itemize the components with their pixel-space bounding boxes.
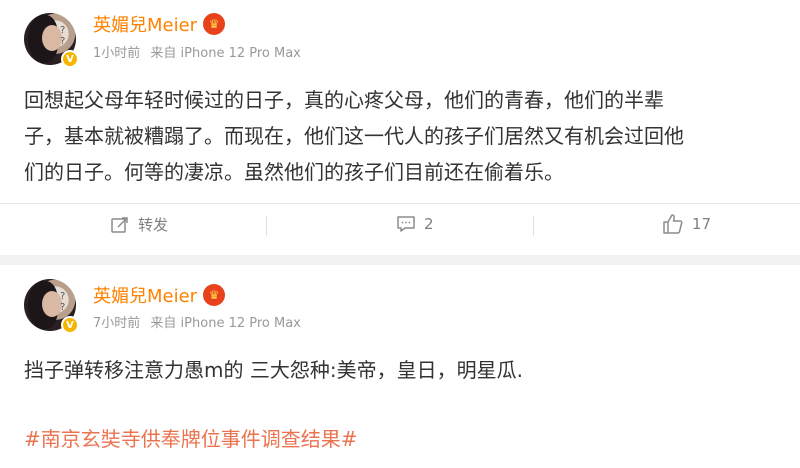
like-count: 17	[692, 215, 712, 233]
post-text-line: 挡子弹转移注意力愚m的 三大怨种:美帝，皇日，明星瓜.	[24, 358, 523, 382]
post-meta: 7小时前 来自 iPhone 12 Pro Max	[93, 312, 301, 331]
post-text: 挡子弹转移注意力愚m的 三大怨种:美帝，皇日，明星瓜.	[24, 352, 784, 388]
crown-icon: ♛	[203, 13, 226, 35]
comment-icon	[397, 216, 415, 232]
post-source: 来自 iPhone 12 Pro Max	[150, 46, 301, 61]
post-text-line: 回想起父母年轻时候过的日子，真的心疼父母，他们的青春，他们的半辈	[24, 88, 664, 112]
action-separator	[266, 216, 267, 236]
verified-v-icon: V	[61, 316, 79, 334]
username-text[interactable]: 英媚兒Meier	[93, 11, 197, 37]
post-text: 回想起父母年轻时候过的日子，真的心疼父母，他们的青春，他们的半辈 子，基本就被糟…	[24, 82, 784, 190]
post-card: ?? V 英媚兒Meier ♛ 7小时前 来自 iPhone 12 Pro Ma…	[0, 265, 800, 468]
avatar[interactable]: ?? V	[24, 13, 79, 68]
thumbs-up-icon	[663, 214, 683, 234]
verified-v-icon: V	[61, 50, 79, 68]
repost-label: 转发	[138, 216, 169, 234]
username-text[interactable]: 英媚兒Meier	[93, 282, 197, 308]
post-source: 来自 iPhone 12 Pro Max	[150, 316, 301, 331]
like-button[interactable]: 17	[662, 213, 711, 235]
username-link[interactable]: 英媚兒Meier ♛	[93, 282, 226, 308]
post-text-line: 子，基本就被糟蹋了。而现在，他们这一代人的孩子们居然又有机会过回他	[24, 124, 684, 148]
comment-button[interactable]: 2	[396, 214, 434, 234]
username-link[interactable]: 英媚兒Meier ♛	[93, 11, 226, 37]
crown-icon: ♛	[203, 284, 226, 306]
post-card: ?? V 英媚兒Meier ♛ 1小时前 来自 iPhone 12 Pro Ma…	[0, 0, 800, 255]
action-separator	[533, 216, 534, 236]
divider	[0, 203, 800, 204]
post-time[interactable]: 1小时前	[93, 46, 140, 61]
post-time[interactable]: 7小时前	[93, 316, 140, 331]
post-meta: 1小时前 来自 iPhone 12 Pro Max	[93, 42, 301, 61]
repost-icon	[111, 216, 128, 233]
repost-button[interactable]: 转发	[110, 214, 168, 235]
post-text-line: 们的日子。何等的凄凉。虽然他们的孩子们目前还在偷着乐。	[24, 160, 564, 184]
hashtag-link[interactable]: #南京玄奘寺供奉牌位事件调查结果#	[24, 423, 358, 452]
comment-count: 2	[424, 215, 434, 233]
avatar[interactable]: ?? V	[24, 279, 79, 334]
